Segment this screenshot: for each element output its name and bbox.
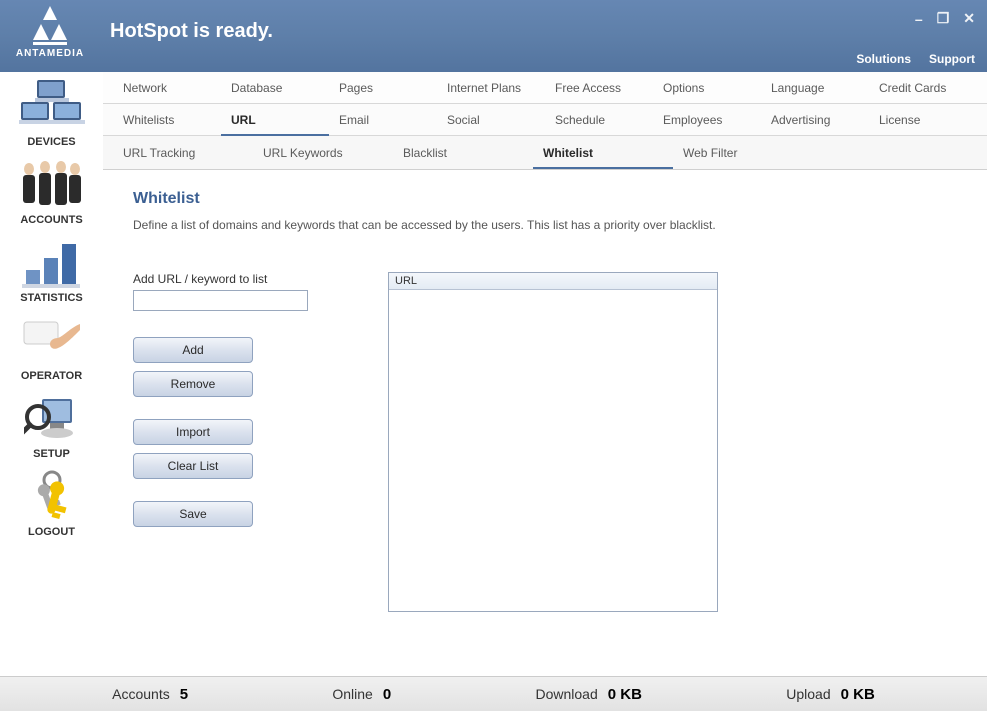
panel-description: Define a list of domains and keywords th… — [133, 218, 957, 232]
save-button[interactable]: Save — [133, 501, 253, 527]
tab-email[interactable]: Email — [329, 104, 437, 136]
tab-url[interactable]: URL — [221, 104, 329, 136]
sidebar-item-label: LOGOUT — [28, 526, 75, 538]
logo: ANTAMEDIA — [0, 0, 100, 59]
form-row: Add URL / keyword to list Add Remove Imp… — [133, 272, 957, 612]
sidebar-item-label: ACCOUNTS — [20, 214, 82, 226]
sidebar-item-label: DEVICES — [27, 136, 75, 148]
status-online-label: Online — [332, 686, 372, 702]
sidebar-item-devices[interactable]: DEVICES — [0, 78, 103, 148]
status-bar: Accounts 5 Online 0 Download 0 KB Upload… — [0, 676, 987, 711]
tab-database[interactable]: Database — [221, 72, 329, 104]
sidebar: DEVICES ACCOUNTS — [0, 72, 103, 674]
status-accounts: Accounts 5 — [112, 686, 188, 703]
btn-group-2: Import Clear List — [133, 419, 333, 479]
logo-text: ANTAMEDIA — [16, 48, 84, 59]
tab-network[interactable]: Network — [113, 72, 221, 104]
sidebar-item-logout[interactable]: LOGOUT — [0, 468, 103, 538]
tab-free-access[interactable]: Free Access — [545, 72, 653, 104]
close-button[interactable]: ✕ — [963, 10, 975, 27]
url-list[interactable]: URL — [388, 272, 718, 612]
tab-whitelist[interactable]: Whitelist — [533, 137, 673, 169]
tab-internet-plans[interactable]: Internet Plans — [437, 72, 545, 104]
remove-button[interactable]: Remove — [133, 371, 253, 397]
btn-group-3: Save — [133, 501, 333, 527]
clear-list-button[interactable]: Clear List — [133, 453, 253, 479]
form-left-column: Add URL / keyword to list Add Remove Imp… — [133, 272, 333, 527]
panel-whitelist: Whitelist Define a list of domains and k… — [103, 170, 987, 632]
sidebar-item-statistics[interactable]: STATISTICS — [0, 234, 103, 304]
tab-pages[interactable]: Pages — [329, 72, 437, 104]
tab-options[interactable]: Options — [653, 72, 761, 104]
status-download-value: 0 KB — [608, 686, 642, 703]
status-online: Online 0 — [332, 686, 391, 703]
app-title: HotSpot is ready. — [110, 20, 273, 43]
status-download: Download 0 KB — [535, 686, 641, 703]
url-list-header: URL — [389, 273, 717, 290]
logout-icon — [17, 468, 87, 526]
operator-icon — [17, 312, 87, 370]
minimize-button[interactable]: – — [915, 11, 923, 27]
maximize-button[interactable]: ❐ — [937, 10, 950, 27]
tab-license[interactable]: License — [869, 104, 977, 136]
solutions-link[interactable]: Solutions — [856, 52, 911, 66]
btn-group-1: Add Remove — [133, 337, 333, 397]
sidebar-item-label: STATISTICS — [20, 292, 83, 304]
setup-icon — [17, 390, 87, 448]
accounts-icon — [17, 156, 87, 214]
status-upload: Upload 0 KB — [786, 686, 875, 703]
sidebar-item-label: SETUP — [33, 448, 70, 460]
tab-whitelists[interactable]: Whitelists — [113, 104, 221, 136]
add-url-input[interactable] — [133, 290, 308, 311]
statistics-icon — [17, 234, 87, 292]
add-button[interactable]: Add — [133, 337, 253, 363]
tab-blacklist[interactable]: Blacklist — [393, 137, 533, 169]
tabs-primary: Network Database Pages Internet Plans Fr… — [103, 72, 987, 104]
tab-schedule[interactable]: Schedule — [545, 104, 653, 136]
support-link[interactable]: Support — [929, 52, 975, 66]
tab-url-tracking[interactable]: URL Tracking — [113, 137, 253, 169]
body: DEVICES ACCOUNTS — [0, 72, 987, 674]
main: Network Database Pages Internet Plans Fr… — [103, 72, 987, 674]
status-upload-label: Upload — [786, 686, 830, 702]
header: ANTAMEDIA HotSpot is ready. – ❐ ✕ Soluti… — [0, 0, 987, 72]
devices-icon — [17, 78, 87, 136]
status-accounts-label: Accounts — [112, 686, 170, 702]
sidebar-item-accounts[interactable]: ACCOUNTS — [0, 156, 103, 226]
sidebar-item-setup[interactable]: SETUP — [0, 390, 103, 460]
status-download-label: Download — [535, 686, 597, 702]
tab-social[interactable]: Social — [437, 104, 545, 136]
tab-credit-cards[interactable]: Credit Cards — [869, 72, 977, 104]
sidebar-item-operator[interactable]: OPERATOR — [0, 312, 103, 382]
tabs-secondary: Whitelists URL Email Social Schedule Emp… — [103, 104, 987, 136]
window-controls: – ❐ ✕ — [915, 10, 975, 27]
tab-web-filter[interactable]: Web Filter — [673, 137, 813, 169]
status-accounts-value: 5 — [180, 686, 188, 703]
status-online-value: 0 — [383, 686, 391, 703]
tab-url-keywords[interactable]: URL Keywords — [253, 137, 393, 169]
add-url-label: Add URL / keyword to list — [133, 272, 333, 286]
logo-mark-icon — [25, 6, 75, 46]
tab-employees[interactable]: Employees — [653, 104, 761, 136]
import-button[interactable]: Import — [133, 419, 253, 445]
panel-title: Whitelist — [133, 190, 957, 208]
status-upload-value: 0 KB — [841, 686, 875, 703]
tab-advertising[interactable]: Advertising — [761, 104, 869, 136]
sidebar-item-label: OPERATOR — [21, 370, 82, 382]
tabs-tertiary: URL Tracking URL Keywords Blacklist Whit… — [103, 136, 987, 170]
tab-language[interactable]: Language — [761, 72, 869, 104]
header-links: Solutions Support — [856, 52, 975, 66]
